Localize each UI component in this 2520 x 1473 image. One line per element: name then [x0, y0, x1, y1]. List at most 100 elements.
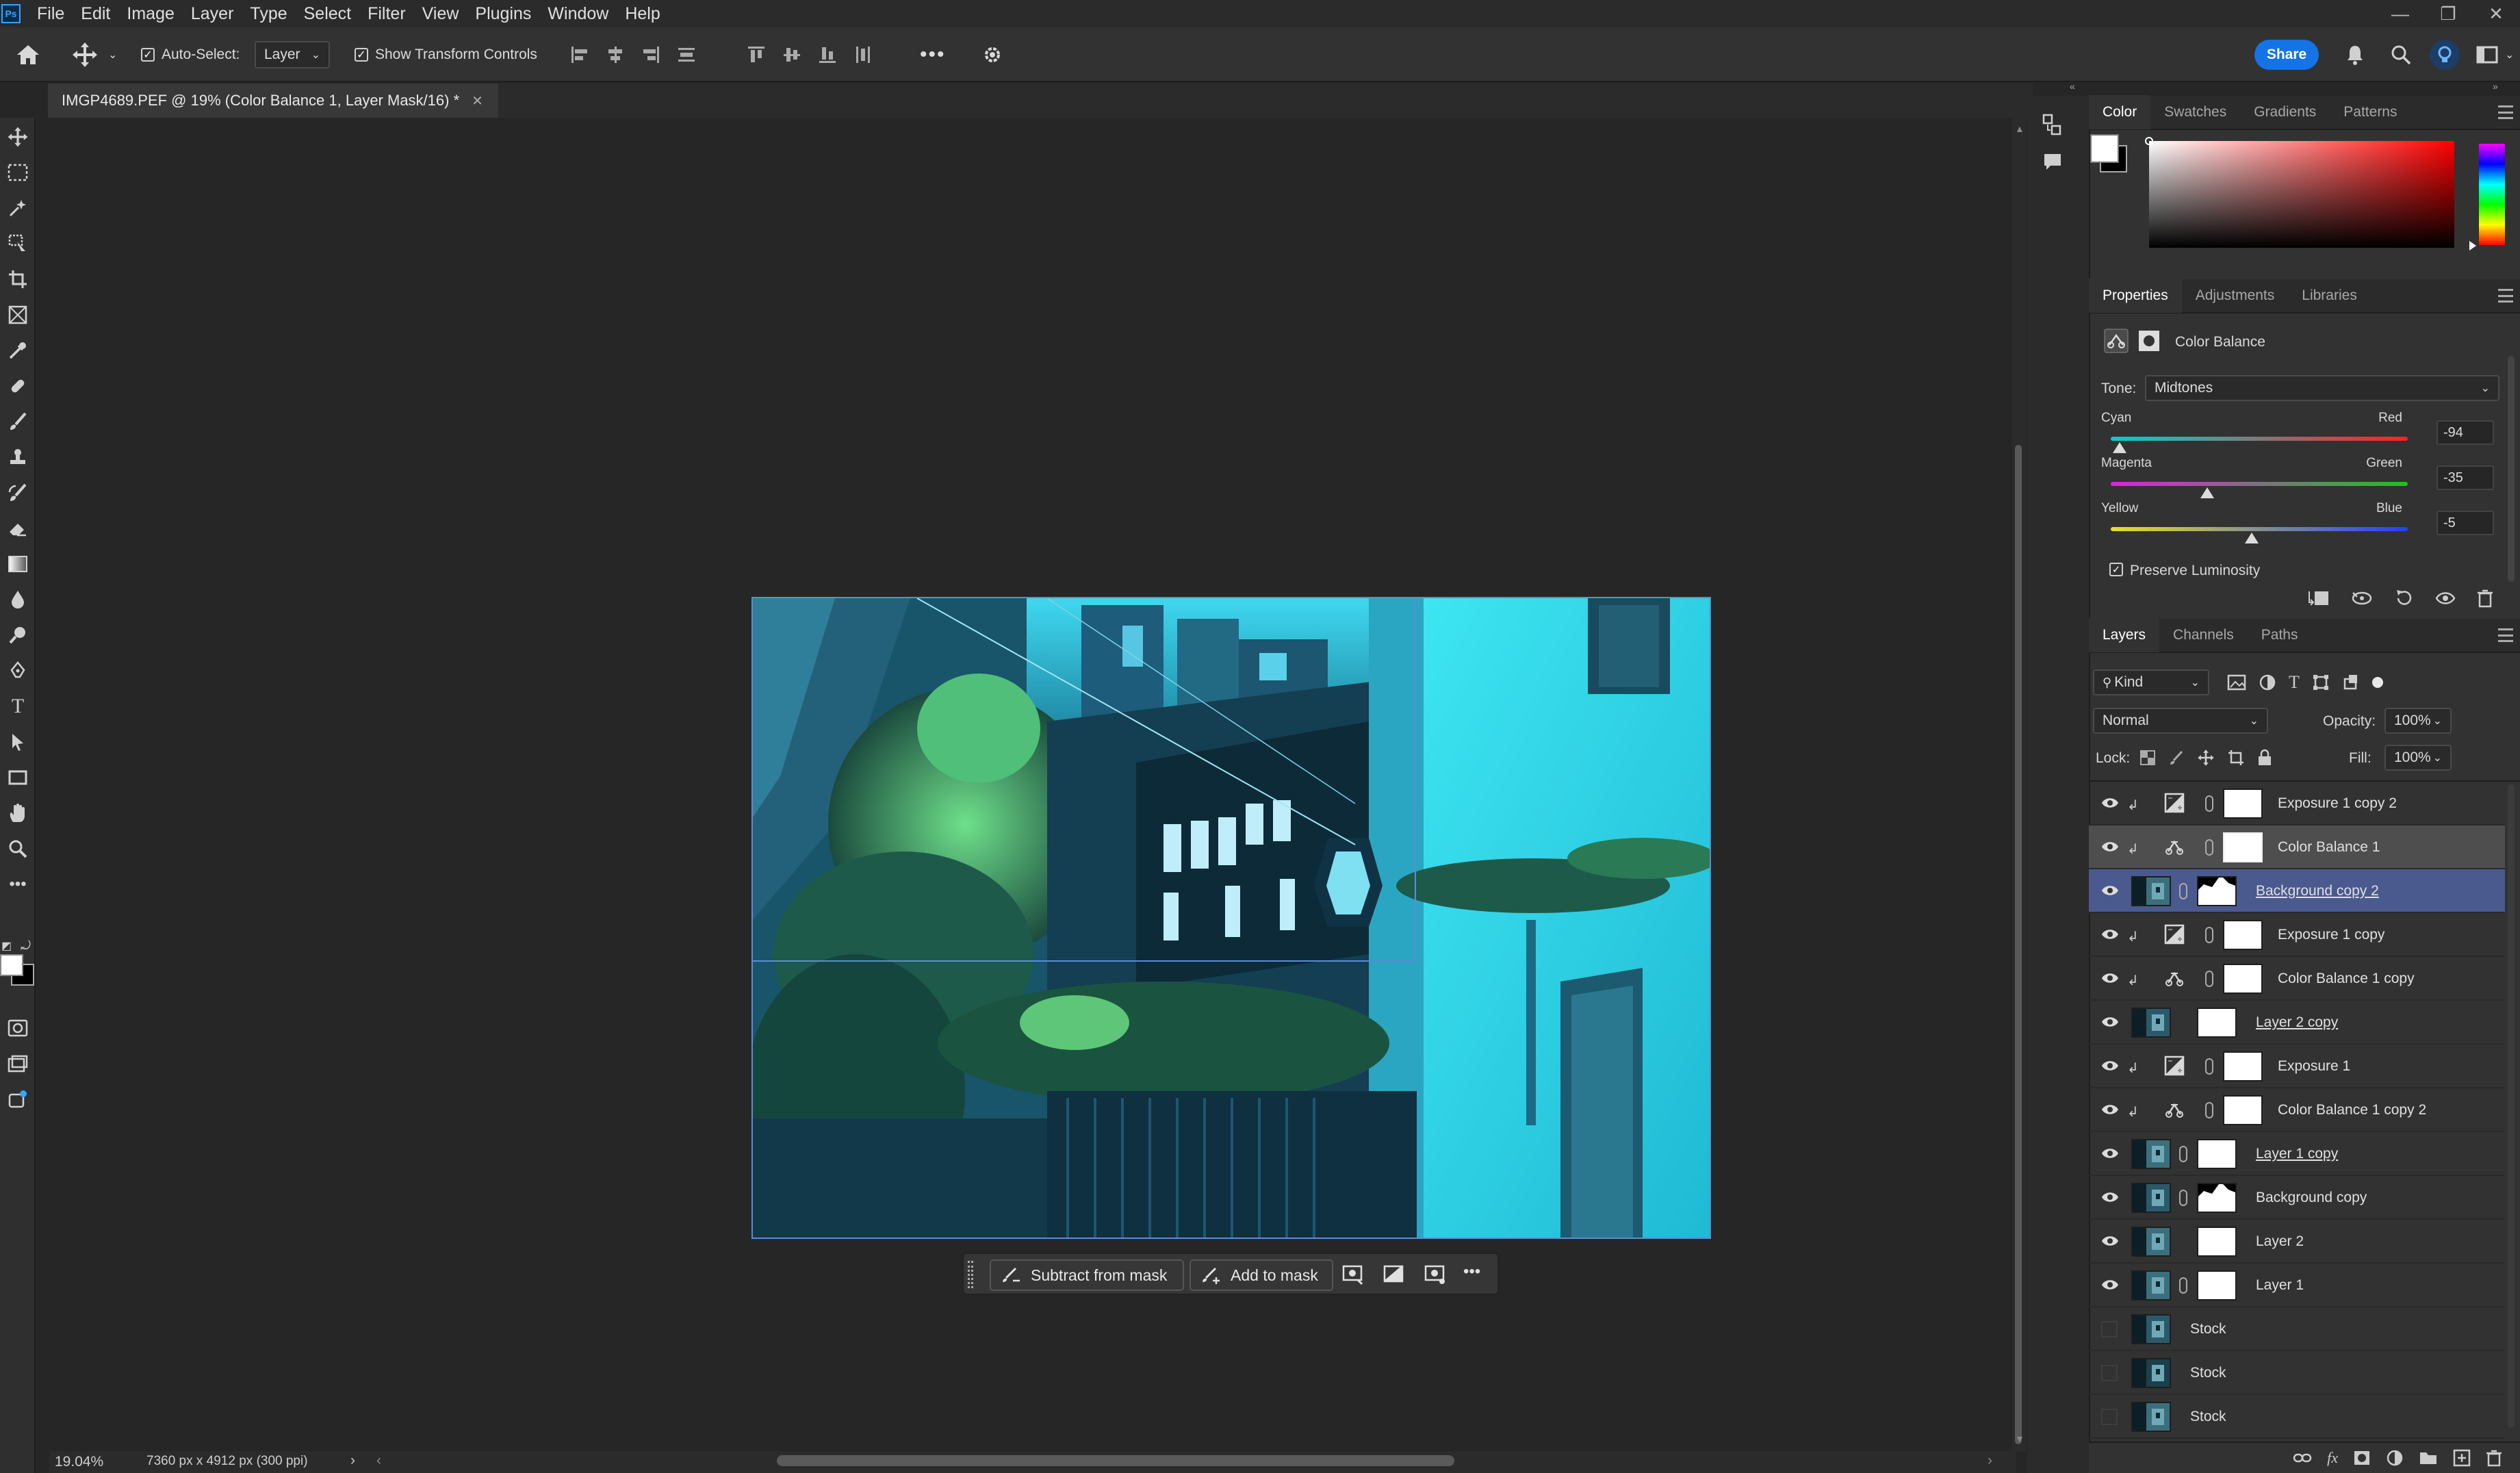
- auto-select-control[interactable]: ✓ Auto-Select:: [141, 27, 240, 82]
- menu-item-view[interactable]: View: [414, 0, 467, 27]
- settings-gear-icon[interactable]: [981, 27, 1003, 82]
- zoom-tool-icon[interactable]: [5, 836, 30, 861]
- color-picker-marker[interactable]: [2145, 137, 2153, 145]
- move-tool-icon[interactable]: [5, 125, 30, 149]
- hue-slider[interactable]: [2479, 144, 2505, 245]
- add-to-mask-button[interactable]: Add to mask: [1190, 1259, 1333, 1291]
- layer-mask-thumbnail[interactable]: [2197, 1227, 2237, 1257]
- fill-input[interactable]: 100% ⌄: [2384, 745, 2452, 771]
- layer-mask-thumbnail[interactable]: [2197, 1183, 2237, 1213]
- tab-patterns[interactable]: Patterns: [2330, 95, 2410, 129]
- color-balance-slider-track[interactable]: [2111, 437, 2408, 441]
- scroll-left-icon[interactable]: ‹: [376, 1452, 381, 1469]
- tab-adjustments[interactable]: Adjustments: [2182, 279, 2289, 313]
- layer-name[interactable]: Stock: [2190, 1395, 2226, 1439]
- path-selection-tool-icon[interactable]: [5, 730, 30, 754]
- layer-thumbnail[interactable]: [2131, 1008, 2171, 1038]
- layer-visibility-eye-icon[interactable]: [2101, 1278, 2119, 1292]
- layer-thumbnail[interactable]: [2131, 1139, 2171, 1169]
- scroll-up-icon[interactable]: ▲: [2015, 123, 2024, 134]
- layer-name[interactable]: Color Balance 1 copy 2: [2278, 1088, 2426, 1132]
- history-panel-icon[interactable]: [2042, 114, 2063, 140]
- color-balance-slider-track[interactable]: [2111, 527, 2408, 531]
- hand-tool-icon[interactable]: [5, 801, 30, 825]
- tab-libraries[interactable]: Libraries: [2288, 279, 2371, 313]
- slider-knob[interactable]: [2113, 442, 2127, 453]
- pixel-layer-filter-icon[interactable]: [2227, 674, 2246, 691]
- menu-item-filter[interactable]: Filter: [359, 0, 414, 27]
- layer-mask-thumbnail[interactable]: [2223, 964, 2263, 994]
- zoom-level[interactable]: 19.04%: [55, 1454, 103, 1470]
- layer-thumbnail[interactable]: [2131, 876, 2171, 906]
- horizontal-scroll-thumb[interactable]: [777, 1455, 1454, 1466]
- layer-visibility-eye-icon[interactable]: [2101, 1059, 2119, 1073]
- comments-panel-icon[interactable]: [2042, 152, 2063, 176]
- layer-row[interactable]: Layer 2 copy: [2089, 1001, 2505, 1045]
- auto-select-checkbox[interactable]: ✓: [141, 48, 155, 62]
- mask-link-icon[interactable]: [2179, 1190, 2187, 1206]
- blend-mode-select[interactable]: Normal ⌄: [2093, 708, 2268, 734]
- layer-filter-kind-select[interactable]: ⚲ Kind ⌄: [2093, 669, 2209, 695]
- visibility-eye-icon[interactable]: [2435, 590, 2456, 606]
- align-left-icon[interactable]: [569, 44, 590, 65]
- properties-panel-menu-icon[interactable]: [2498, 289, 2513, 303]
- smart-object-filter-icon[interactable]: [2342, 674, 2360, 691]
- mask-link-icon[interactable]: [2205, 839, 2213, 856]
- mask-link-icon[interactable]: [2179, 883, 2187, 899]
- restore-icon[interactable]: ❐: [2424, 0, 2472, 27]
- layer-visibility-eye-icon[interactable]: [2101, 1234, 2119, 1248]
- slider-value-input[interactable]: -35: [2437, 465, 2494, 490]
- mask-view-icon[interactable]: [1424, 1264, 1447, 1289]
- layer-name[interactable]: Exposure 1 copy: [2278, 913, 2384, 957]
- layer-row[interactable]: Stock: [2089, 1351, 2505, 1395]
- mask-link-icon[interactable]: [2179, 1146, 2187, 1162]
- type-layer-filter-icon[interactable]: T: [2289, 672, 2300, 693]
- layer-mask-thumbnail[interactable]: [2223, 920, 2263, 950]
- screen-mode-icon[interactable]: [5, 1051, 30, 1076]
- layer-row[interactable]: ↲ Exposure 1: [2089, 1045, 2505, 1088]
- tab-gradients[interactable]: Gradients: [2240, 95, 2330, 129]
- scroll-down-icon[interactable]: ▼: [2015, 1433, 2024, 1444]
- layer-visibility-eye-icon[interactable]: [2101, 1147, 2119, 1160]
- mask-link-icon[interactable]: [2205, 1102, 2213, 1118]
- align-right-icon[interactable]: [641, 44, 661, 65]
- layer-visibility-eye-icon[interactable]: [2101, 1190, 2119, 1204]
- object-selection-tool-icon[interactable]: [5, 196, 30, 220]
- brush-tool-icon[interactable]: [5, 409, 30, 434]
- new-fill-adjustment-icon[interactable]: [2386, 1449, 2404, 1467]
- layers-panel-menu-icon[interactable]: [2498, 628, 2513, 642]
- new-layer-icon[interactable]: [2453, 1449, 2471, 1467]
- layer-mask-thumbnail[interactable]: [2197, 876, 2237, 906]
- blur-tool-icon[interactable]: [5, 587, 30, 612]
- discover-lightbulb-icon[interactable]: [2430, 27, 2460, 82]
- filter-toggle-icon[interactable]: [2371, 677, 2383, 688]
- layer-thumbnail[interactable]: [2131, 1402, 2171, 1432]
- default-colors-icon[interactable]: ◩: [1, 939, 12, 953]
- subtract-from-mask-button[interactable]: Subtract from mask: [990, 1259, 1184, 1291]
- eraser-tool-icon[interactable]: [5, 516, 30, 541]
- layer-row[interactable]: ↲ Color Balance 1 copy: [2089, 957, 2505, 1001]
- layer-row[interactable]: Layer 1: [2089, 1264, 2505, 1307]
- link-layers-icon[interactable]: [2293, 1451, 2312, 1465]
- type-tool-icon[interactable]: T: [5, 694, 30, 719]
- lock-image-pixels-icon[interactable]: [2168, 750, 2185, 766]
- layer-name[interactable]: Exposure 1 copy 2: [2278, 782, 2397, 825]
- frame-tool-icon[interactable]: [5, 303, 30, 327]
- tab-swatches[interactable]: Swatches: [2150, 95, 2240, 129]
- layer-name[interactable]: Color Balance 1: [2278, 825, 2380, 869]
- marquee-tool-icon[interactable]: [5, 160, 30, 185]
- layer-visibility-eye-icon[interactable]: [2101, 1103, 2119, 1116]
- tab-layers[interactable]: Layers: [2089, 618, 2160, 652]
- show-transform-checkbox[interactable]: ✓: [355, 48, 368, 62]
- menu-item-plugins[interactable]: Plugins: [467, 0, 539, 27]
- distribute-vertical-icon[interactable]: [853, 44, 873, 65]
- layer-visibility-eye-icon[interactable]: [2101, 971, 2119, 985]
- menu-item-help[interactable]: Help: [617, 0, 668, 27]
- slider-value-input[interactable]: -5: [2437, 511, 2494, 535]
- lock-artboard-icon[interactable]: [2227, 749, 2245, 767]
- foreground-color-swatch[interactable]: [2090, 134, 2119, 163]
- home-icon[interactable]: [15, 27, 41, 82]
- slider-value-input[interactable]: -94: [2437, 420, 2494, 445]
- generative-icon[interactable]: [5, 1087, 30, 1112]
- quick-selection-tool-icon[interactable]: [5, 231, 30, 256]
